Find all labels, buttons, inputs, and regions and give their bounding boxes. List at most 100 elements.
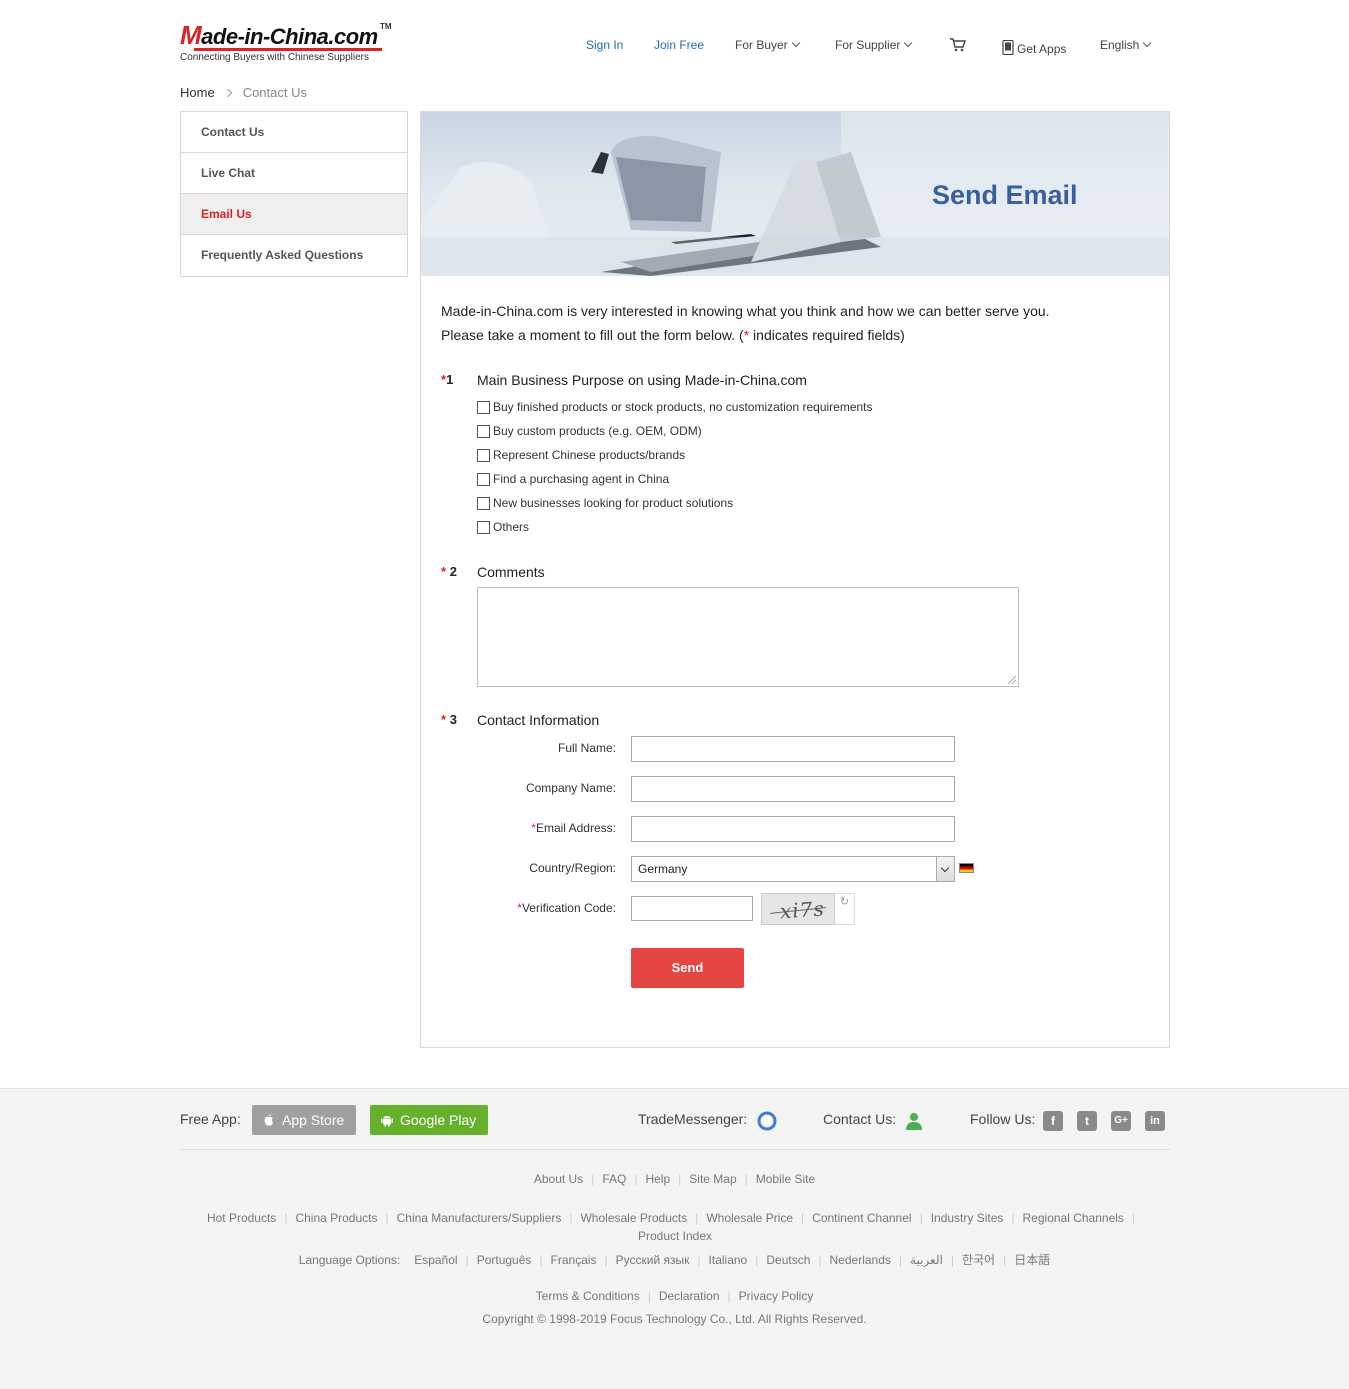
logo-underline xyxy=(194,48,382,51)
for-supplier-label: For Supplier xyxy=(835,38,901,52)
footer-link-site-map[interactable]: Site Map xyxy=(689,1172,736,1186)
language-menu[interactable]: English xyxy=(1100,38,1152,54)
checkbox[interactable] xyxy=(477,424,490,438)
footer-language-options: Language Options: Español | Português | Franç… xyxy=(298,1253,1051,1267)
captcha-image: xi7s xyxy=(761,893,835,925)
language-arabic[interactable]: العربية xyxy=(910,1253,943,1267)
breadcrumb-home[interactable]: Home xyxy=(180,85,215,100)
checkbox[interactable] xyxy=(477,520,490,534)
sidebar-item-live-chat[interactable]: Live Chat xyxy=(181,153,407,194)
email-label-text: Email Address: xyxy=(535,821,616,835)
purpose-option-label: New businesses looking for product solut… xyxy=(493,496,734,510)
cart-icon xyxy=(950,38,966,52)
language-portuguese[interactable]: Português xyxy=(477,1253,532,1267)
linkedin-icon[interactable]: in xyxy=(1145,1111,1165,1131)
chevron-right-icon xyxy=(223,88,232,98)
language-french[interactable]: Français xyxy=(551,1253,597,1267)
chevron-down-icon xyxy=(904,38,913,48)
contact-person-icon[interactable] xyxy=(905,1112,923,1130)
facebook-icon[interactable]: f xyxy=(1043,1111,1063,1131)
checkbox[interactable] xyxy=(477,496,490,510)
footer-link-about-us[interactable]: About Us xyxy=(534,1172,583,1186)
q2-num: 2 xyxy=(449,564,457,579)
checkbox[interactable] xyxy=(477,448,490,462)
language-russian[interactable]: Русский язык xyxy=(616,1253,690,1267)
footer-link-product-index[interactable]: Product Index xyxy=(638,1229,712,1243)
app-store-button[interactable]: App Store xyxy=(252,1105,356,1135)
for-buyer-menu[interactable]: For Buyer xyxy=(735,38,800,54)
language-german[interactable]: Deutsch xyxy=(766,1253,810,1267)
language-dutch[interactable]: Nederlands xyxy=(830,1253,891,1267)
checkbox[interactable] xyxy=(477,472,490,486)
purpose-option[interactable]: New businesses looking for product solut… xyxy=(477,495,733,511)
language-japanese[interactable]: 日本語 xyxy=(1014,1253,1050,1267)
google-play-button[interactable]: Google Play xyxy=(370,1105,488,1135)
purpose-option[interactable]: Buy custom products (e.g. OEM, ODM) xyxy=(477,423,702,439)
free-app-label: Free App: xyxy=(180,1111,241,1127)
language-spanish[interactable]: Español xyxy=(414,1253,457,1267)
germany-flag-icon xyxy=(959,863,974,873)
intro-line-2-prefix: Please take a moment to fill out the for… xyxy=(441,327,744,343)
footer-link-manufacturers[interactable]: China Manufacturers/Suppliers xyxy=(397,1211,562,1225)
footer-link-china-products[interactable]: China Products xyxy=(295,1211,377,1225)
question-3-number: * 3 xyxy=(441,712,457,727)
chevron-down-icon xyxy=(1143,38,1152,48)
phone-icon xyxy=(1002,39,1014,56)
sidebar-item-email-us[interactable]: Email Us xyxy=(181,194,407,235)
cart-link[interactable] xyxy=(949,37,967,53)
footer-link-regional-channels[interactable]: Regional Channels xyxy=(1023,1211,1124,1225)
purpose-option[interactable]: Buy finished products or stock products,… xyxy=(477,399,873,415)
footer-link-help[interactable]: Help xyxy=(645,1172,670,1186)
footer-link-declaration[interactable]: Declaration xyxy=(659,1289,720,1303)
join-free-link[interactable]: Join Free xyxy=(654,38,704,54)
footer-legal-links: Terms & Conditions | Declaration | Privacy P… xyxy=(535,1289,814,1303)
chevron-down-icon[interactable] xyxy=(936,857,954,881)
verification-code-input[interactable] xyxy=(631,896,753,921)
checkbox[interactable] xyxy=(477,400,490,414)
question-2-title: Comments xyxy=(477,564,545,580)
purpose-option[interactable]: Others xyxy=(477,519,529,535)
footer-link-industry-sites[interactable]: Industry Sites xyxy=(931,1211,1004,1225)
for-buyer-label: For Buyer xyxy=(735,38,788,52)
twitter-icon[interactable]: t xyxy=(1077,1111,1097,1131)
country-select[interactable]: Germany xyxy=(631,856,955,882)
resize-grip-icon[interactable] xyxy=(1008,676,1016,684)
for-supplier-menu[interactable]: For Supplier xyxy=(835,38,913,54)
site-logo[interactable]: Made-in-China.com TM Connecting Buyers w… xyxy=(180,20,395,66)
language-italian[interactable]: Italiano xyxy=(709,1253,748,1267)
footer-link-mobile-site[interactable]: Mobile Site xyxy=(756,1172,815,1186)
sidebar-item-faq[interactable]: Frequently Asked Questions xyxy=(181,235,407,276)
copyright-text: Copyright © 1998-2019 Focus Technology C… xyxy=(482,1312,867,1326)
purpose-option[interactable]: Find a purchasing agent in China xyxy=(477,471,669,487)
email-input[interactable] xyxy=(631,816,955,842)
send-button[interactable]: Send xyxy=(631,948,744,988)
refresh-captcha-icon[interactable]: ↻ xyxy=(835,893,855,925)
full-name-label: Full Name: xyxy=(557,741,616,755)
android-icon xyxy=(381,1116,393,1127)
purpose-option-label: Find a purchasing agent in China xyxy=(493,472,670,486)
question-1-number: *1 xyxy=(441,372,453,387)
footer-link-faq[interactable]: FAQ xyxy=(602,1172,626,1186)
footer-link-continent-channel[interactable]: Continent Channel xyxy=(812,1211,911,1225)
footer-link-terms[interactable]: Terms & Conditions xyxy=(536,1289,640,1303)
language-korean[interactable]: 한국어 xyxy=(962,1253,995,1267)
sidebar-item-contact-us[interactable]: Contact Us xyxy=(181,112,407,153)
company-name-input[interactable] xyxy=(631,776,955,802)
verification-code-label-text: Verification Code: xyxy=(521,901,616,915)
footer-link-wholesale-price[interactable]: Wholesale Price xyxy=(706,1211,793,1225)
footer-link-wholesale-products[interactable]: Wholesale Products xyxy=(580,1211,687,1225)
purpose-option[interactable]: Represent Chinese products/brands xyxy=(477,447,685,463)
google-plus-icon[interactable]: G+ xyxy=(1111,1111,1131,1131)
email-form-panel: Send Email Made-in-China.com is very int… xyxy=(420,111,1170,1048)
footer-app-bar: Free App: App Store Google Play TradeMes… xyxy=(180,1089,1170,1150)
comments-textarea[interactable] xyxy=(477,587,1019,687)
get-apps-link[interactable]: Get Apps xyxy=(1002,38,1066,56)
footer-link-privacy[interactable]: Privacy Policy xyxy=(739,1289,814,1303)
verification-code-label: *Verification Code: xyxy=(517,901,616,915)
footer-link-hot-products[interactable]: Hot Products xyxy=(207,1211,276,1225)
trade-messenger-icon[interactable] xyxy=(757,1111,777,1131)
app-store-label: App Store xyxy=(282,1112,345,1128)
sign-in-link[interactable]: Sign In xyxy=(586,38,623,54)
full-name-input[interactable] xyxy=(631,736,955,762)
required-star: * xyxy=(441,712,447,727)
